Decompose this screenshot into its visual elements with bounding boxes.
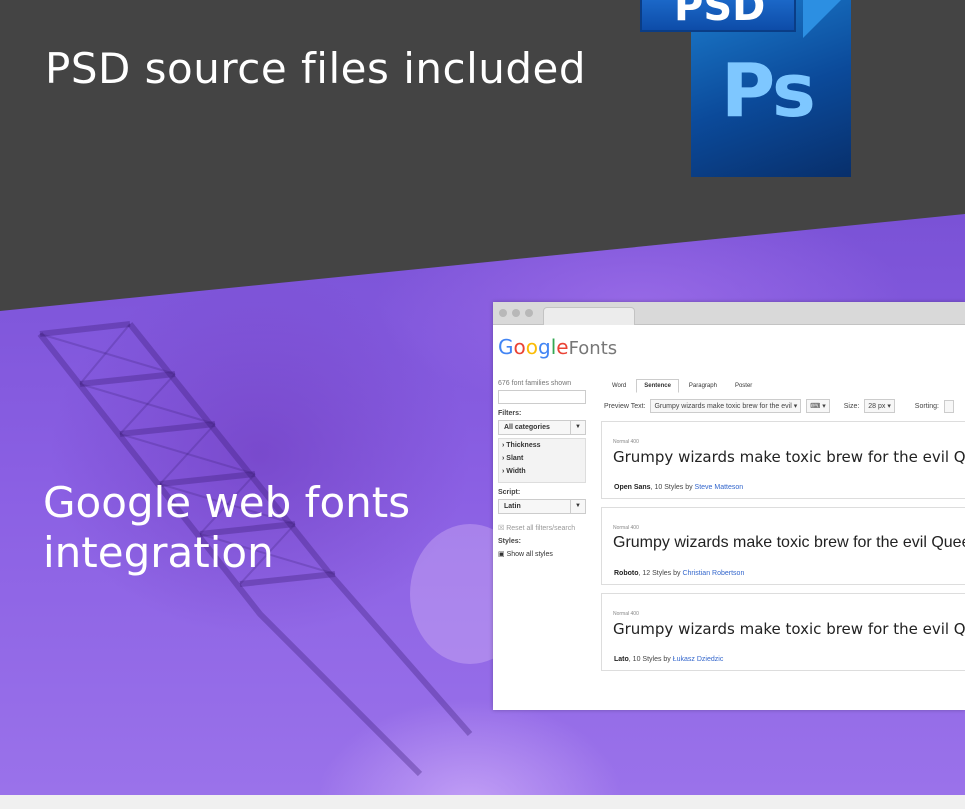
script-value: Latin — [504, 503, 521, 510]
chevron-down-icon: ▼ — [570, 421, 585, 434]
sample-text: Grumpy wizards make toxic brew for the e… — [613, 620, 965, 638]
logo-letter: o — [513, 335, 526, 359]
font-meta: Open Sans, 10 Styles by Steve Matteson — [614, 484, 743, 491]
browser-window: GoogleFonts 676 font families shown Filt… — [493, 302, 965, 710]
logo-letter: o — [525, 335, 538, 359]
logo-letter: G — [498, 335, 514, 359]
checkbox-icon: ▣ — [498, 551, 507, 558]
page-fold — [803, 0, 851, 38]
reset-filters-link[interactable]: ☒ Reset all filters/search — [498, 524, 588, 532]
font-name: Open Sans — [614, 484, 651, 491]
photoshop-icon: Ps PSD — [640, 0, 852, 178]
preview-text-value: Grumpy wizards make toxic brew for the e… — [654, 403, 792, 410]
preview-controls: Preview Text: Grumpy wizards make toxic … — [604, 399, 954, 413]
style-label: Normal 400 — [613, 525, 639, 531]
keyboard-button[interactable]: ⌨ ▾ — [806, 399, 830, 413]
slant-toggle[interactable]: › Slant — [502, 455, 582, 462]
preview-text-select[interactable]: Grumpy wizards make toxic brew for the e… — [650, 399, 802, 413]
author-link[interactable]: Steve Matteson — [695, 484, 744, 491]
styles-label: Styles: — [498, 538, 521, 545]
google-fonts-heading: Google web fonts integration — [43, 478, 411, 577]
font-card[interactable]: Normal 400 Grumpy wizards make toxic bre… — [601, 593, 965, 671]
size-value: 28 px — [868, 403, 886, 410]
keyboard-icon: ⌨ — [810, 403, 821, 410]
google-fonts-logo[interactable]: GoogleFonts — [498, 335, 617, 359]
window-maximize-button[interactable] — [525, 309, 533, 317]
sorting-select[interactable] — [943, 399, 954, 413]
tab-word[interactable]: Word — [604, 379, 634, 393]
thickness-toggle[interactable]: › Thickness — [502, 442, 582, 449]
styles-count: , 12 Styles by — [638, 570, 683, 577]
footer-band — [0, 795, 965, 809]
script-label: Script: — [498, 489, 521, 496]
author-link[interactable]: Łukasz Dziedzic — [673, 656, 724, 663]
font-name: Roboto — [614, 570, 639, 577]
script-select[interactable]: Latin ▼ — [498, 499, 586, 514]
font-card[interactable]: Normal 400 Grumpy wizards make toxic bre… — [601, 507, 965, 585]
show-all-styles-checkbox[interactable]: ▣ Show all styles — [498, 550, 588, 558]
style-label: Normal 400 — [613, 611, 639, 617]
tab-sentence[interactable]: Sentence — [636, 379, 679, 393]
chevron-down-icon: ▼ — [570, 500, 585, 513]
window-close-button[interactable] — [499, 309, 507, 317]
author-link[interactable]: Christian Robertson — [682, 570, 744, 577]
logo-letter: g — [538, 335, 551, 359]
style-label: Normal 400 — [613, 439, 639, 445]
sorting-label: Sorting: — [914, 402, 939, 410]
psd-heading: PSD source files included — [45, 44, 587, 93]
ps-letters: Ps — [721, 48, 816, 134]
sample-text: Grumpy wizards make toxic brew for the e… — [613, 534, 965, 551]
font-card[interactable]: Normal 400 Grumpy wizards make toxic bre… — [601, 421, 965, 499]
filters-sidebar: 676 font families shown Filters: All cat… — [498, 380, 588, 558]
psd-tag: PSD — [640, 0, 796, 32]
preview-text-label: Preview Text: — [604, 402, 646, 410]
reset-filters-label: Reset all filters/search — [506, 525, 576, 532]
tab-paragraph[interactable]: Paragraph — [681, 379, 725, 393]
logo-fonts-word: Fonts — [568, 338, 618, 359]
font-meta: Lato, 10 Styles by Łukasz Dziedzic — [614, 656, 723, 663]
show-all-styles-label: Show all styles — [506, 551, 553, 558]
browser-titlebar — [493, 302, 965, 325]
filters-label: Filters: — [498, 410, 522, 417]
category-select[interactable]: All categories ▼ — [498, 420, 586, 435]
preview-tabs: Word Sentence Paragraph Poster — [604, 379, 762, 393]
window-minimize-button[interactable] — [512, 309, 520, 317]
styles-count: , 10 Styles by — [628, 656, 673, 663]
psd-tag-label: PSD — [674, 0, 766, 30]
font-meta: Roboto, 12 Styles by Christian Robertson — [614, 570, 744, 577]
browser-tab[interactable] — [543, 307, 635, 325]
font-search-input[interactable] — [498, 390, 586, 404]
styles-count: , 10 Styles by — [650, 484, 695, 491]
category-value: All categories — [504, 424, 550, 431]
size-select[interactable]: 28 px ▾ — [864, 399, 895, 413]
close-box-icon: ☒ — [498, 525, 507, 532]
font-name: Lato — [614, 656, 629, 663]
logo-letter: e — [556, 335, 569, 359]
size-label: Size: — [843, 402, 860, 410]
font-count: 676 font families shown — [498, 380, 572, 387]
width-toggle[interactable]: › Width — [502, 468, 582, 475]
tab-poster[interactable]: Poster — [727, 379, 760, 393]
filter-toggles: › Thickness › Slant › Width — [498, 438, 586, 483]
sample-text: Grumpy wizards make toxic brew for the e… — [613, 448, 965, 466]
